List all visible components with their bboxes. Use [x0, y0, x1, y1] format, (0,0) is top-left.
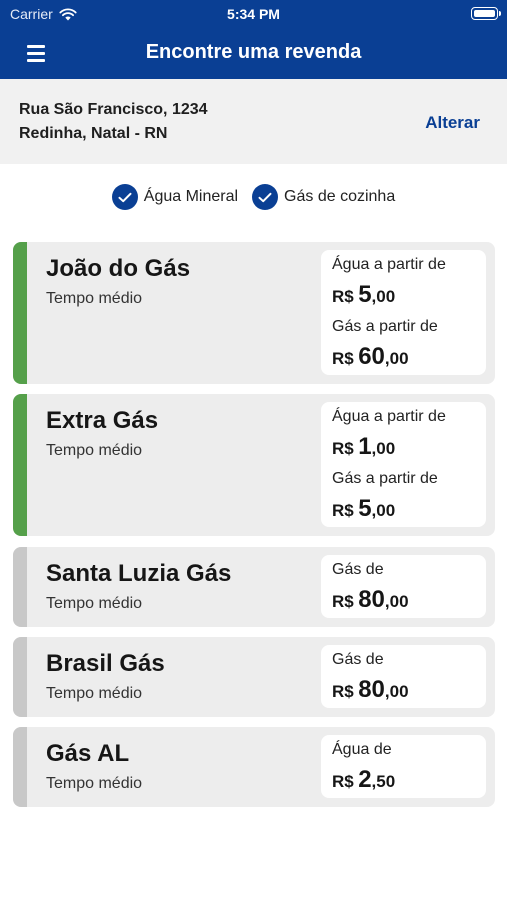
- price-label: Água a partir de: [332, 256, 446, 273]
- battery-icon: [471, 7, 501, 20]
- price-value: R$ 2,50: [332, 766, 396, 793]
- address-text: Rua São Francisco, 1234 Redinha, Natal -…: [19, 98, 208, 146]
- price-label: Gás a partir de: [332, 318, 438, 335]
- nav-bar: Encontre uma revenda: [0, 28, 507, 79]
- page-title: Encontre uma revenda: [145, 41, 362, 63]
- filter-agua-mineral[interactable]: Água Mineral: [111, 183, 239, 211]
- status-bar-indicator: [13, 727, 27, 807]
- price-box: Água a partir de R$ 1,00 Gás a partir de…: [321, 402, 486, 527]
- store-name: João do Gás: [46, 255, 191, 282]
- price-value: R$ 5,00: [332, 495, 396, 522]
- price-label: Água a partir de: [332, 408, 446, 425]
- store-card[interactable]: Brasil Gás Tempo médio Gás de R$ 80,00: [13, 637, 495, 717]
- store-subtitle: Tempo médio: [46, 775, 143, 792]
- checkmark-icon: [111, 184, 138, 210]
- store-subtitle: Tempo médio: [46, 595, 143, 612]
- store-name: Gás AL: [46, 740, 130, 767]
- price-label: Gás de: [332, 561, 384, 578]
- status-bar-indicator: [13, 394, 27, 536]
- price-value: R$ 80,00: [332, 586, 409, 613]
- price-box: Gás de R$ 80,00: [321, 645, 486, 708]
- filter-label: Água Mineral: [143, 188, 239, 205]
- price-box: Água de R$ 2,50: [321, 735, 486, 798]
- store-card[interactable]: Gás AL Tempo médio Água de R$ 2,50: [13, 727, 495, 807]
- store-subtitle: Tempo médio: [46, 442, 143, 459]
- app-header: Carrier 5:34 PM Encontre uma revenda: [0, 0, 507, 79]
- price-value: R$ 5,00: [332, 281, 396, 308]
- price-label: Gás a partir de: [332, 470, 438, 487]
- filter-label: Gás de cozinha: [284, 188, 396, 205]
- price-label: Gás de: [332, 651, 384, 668]
- address-line-2: Redinha, Natal - RN: [19, 125, 168, 142]
- store-name: Extra Gás: [46, 407, 159, 434]
- filter-bar: Água Mineral Gás de cozinha: [0, 183, 507, 211]
- store-name: Santa Luzia Gás: [46, 560, 232, 587]
- price-label: Água de: [332, 741, 392, 758]
- price-box: Água a partir de R$ 5,00 Gás a partir de…: [321, 250, 486, 375]
- store-card[interactable]: João do Gás Tempo médio Água a partir de…: [13, 242, 495, 384]
- store-subtitle: Tempo médio: [46, 685, 143, 702]
- filter-gas-cozinha[interactable]: Gás de cozinha: [252, 183, 395, 211]
- checkmark-icon: [252, 184, 279, 210]
- address-panel: Rua São Francisco, 1234 Redinha, Natal -…: [0, 79, 507, 164]
- price-value: R$ 1,00: [332, 433, 396, 460]
- address-line-1: Rua São Francisco, 1234: [19, 101, 208, 118]
- status-bar: Carrier 5:34 PM: [0, 0, 507, 28]
- store-card[interactable]: Extra Gás Tempo médio Água a partir de R…: [13, 394, 495, 536]
- status-bar-indicator: [13, 242, 27, 384]
- store-name: Brasil Gás: [46, 650, 165, 677]
- price-value: R$ 60,00: [332, 343, 409, 370]
- price-box: Gás de R$ 80,00: [321, 555, 486, 618]
- store-card[interactable]: Santa Luzia Gás Tempo médio Gás de R$ 80…: [13, 547, 495, 627]
- status-bar-indicator: [13, 547, 27, 627]
- store-subtitle: Tempo médio: [46, 290, 143, 307]
- price-value: R$ 80,00: [332, 676, 409, 703]
- change-address-button[interactable]: Alterar: [425, 113, 480, 133]
- status-bar-indicator: [13, 637, 27, 717]
- status-time: 5:34 PM: [227, 6, 280, 22]
